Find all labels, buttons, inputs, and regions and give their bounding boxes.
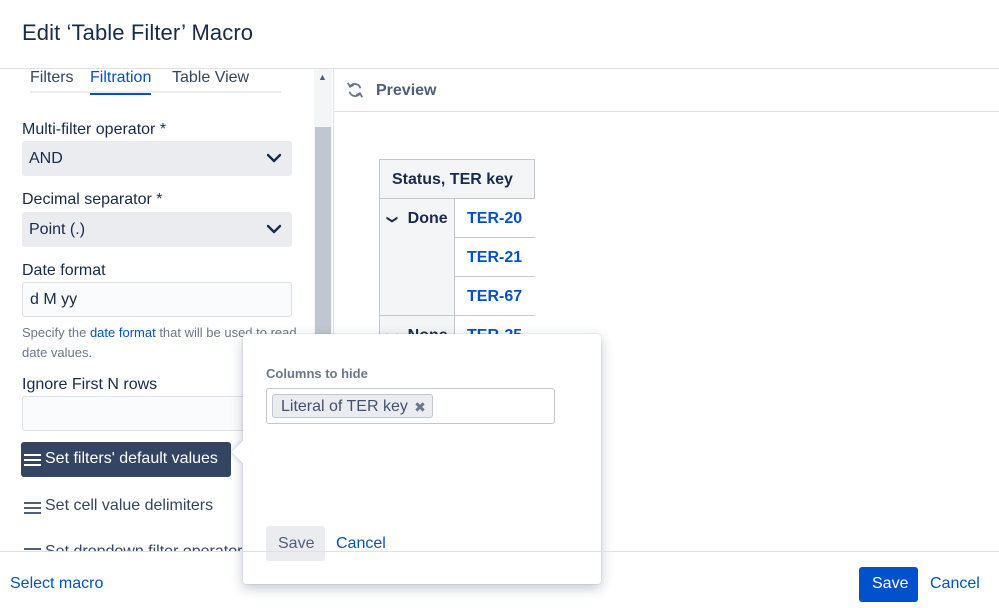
macro-edit-dialog: Edit ‘Table Filter’ Macro Filters Filtra…: [0, 0, 999, 608]
table-row[interactable]: TER-21: [455, 238, 535, 277]
columns-to-hide-label: Columns to hide: [266, 366, 368, 381]
set-dropdown-label: Set dropdown filter operator: [45, 543, 242, 551]
columns-to-hide-input[interactable]: Literal of TER key ✖: [266, 388, 555, 424]
decimal-separator-label: Decimal separator *: [22, 191, 163, 208]
settings-tabs: Filters Filtration Table View: [30, 69, 281, 95]
scroll-up-icon[interactable]: ▲: [318, 72, 327, 82]
dialog-title: Edit ‘Table Filter’ Macro: [22, 20, 254, 45]
close-icon[interactable]: ✖: [414, 399, 426, 416]
dialog-footer: Select macro Save Cancel: [0, 551, 999, 608]
decimal-separator-value: Point (.): [29, 221, 86, 238]
ignore-rows-label: Ignore First N rows: [22, 376, 158, 393]
tab-filtration[interactable]: Filtration: [90, 69, 152, 95]
tab-filters[interactable]: Filters: [30, 69, 74, 93]
select-macro-link[interactable]: Select macro: [10, 575, 103, 593]
set-default-values-label: Set filters' default values: [45, 450, 218, 467]
column-tag: Literal of TER key ✖: [272, 394, 433, 418]
chevron-down-icon: ❯: [386, 214, 399, 225]
tab-table-view[interactable]: Table View: [172, 69, 249, 93]
chevron-down-icon: [266, 224, 282, 234]
preview-table: Status, TER key ❯ Done TER-20 TER-21 TER…: [379, 159, 535, 339]
menu-icon: [24, 502, 41, 514]
save-button[interactable]: Save: [859, 567, 918, 602]
multi-filter-label: Multi-filter operator *: [22, 121, 167, 138]
set-delimiters-label: Set cell value delimiters: [45, 497, 214, 514]
date-format-link[interactable]: date format: [90, 325, 156, 340]
group-cell-done[interactable]: ❯ Done: [380, 199, 455, 316]
columns-to-hide-popup: Columns to hide Literal of TER key ✖ Sav…: [231, 334, 601, 584]
menu-icon: [24, 454, 41, 466]
preview-title: Preview: [376, 82, 437, 99]
column-tag-label: Literal of TER key: [281, 398, 408, 415]
date-format-field[interactable]: d M yy: [22, 282, 292, 317]
table-row[interactable]: TER-20: [455, 199, 535, 238]
date-format-label: Date format: [22, 262, 106, 279]
decimal-separator-select[interactable]: Point (.): [22, 212, 292, 247]
set-default-values-button[interactable]: Set filters' default values: [21, 442, 231, 477]
preview-header: Preview: [333, 69, 999, 112]
dialog-header: Edit ‘Table Filter’ Macro: [0, 0, 999, 69]
table-row[interactable]: TER-67: [455, 277, 535, 316]
set-delimiters-button[interactable]: Set cell value delimiters: [21, 497, 213, 521]
set-dropdown-button[interactable]: Set dropdown filter operator: [21, 543, 242, 551]
cancel-button[interactable]: Cancel: [930, 575, 980, 593]
group-label: Done: [407, 210, 448, 227]
multi-filter-select[interactable]: AND: [22, 141, 292, 176]
multi-filter-value: AND: [29, 150, 63, 167]
chevron-down-icon: [266, 153, 282, 163]
help-text-prefix: Specify the: [22, 325, 90, 340]
refresh-icon[interactable]: [346, 81, 364, 99]
table-header: Status, TER key: [380, 160, 535, 199]
